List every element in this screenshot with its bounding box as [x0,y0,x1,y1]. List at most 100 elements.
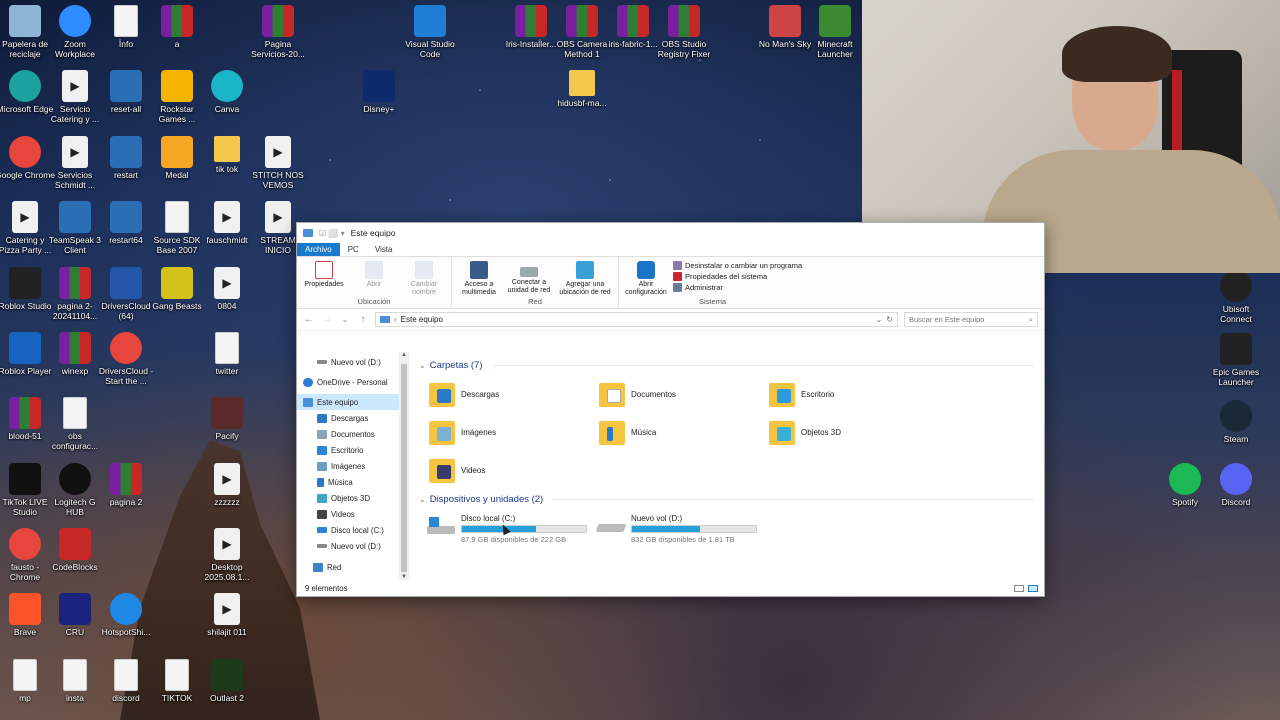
up-arrow-icon[interactable]: ↑ [357,314,369,325]
tab-pc[interactable]: PC [340,243,367,256]
folder-imagenes[interactable]: Imágenes [429,416,599,448]
desktop-icon[interactable]: twitter [197,332,257,376]
details-view-icon[interactable] [1014,584,1024,592]
folder-documentos[interactable]: Documentos [599,378,769,410]
ubisoft-icon [1220,270,1252,302]
open-icon [365,261,383,279]
desktop-icon[interactable]: Outlast 2 [197,659,257,703]
quick-access-toolbar[interactable]: ☑ ⬜ ▾ [319,229,345,238]
nav-item-musica[interactable]: Música [297,474,409,490]
folder-musica[interactable]: Música [599,416,769,448]
videos-folder-icon [429,455,455,485]
nav-item-documentos[interactable]: Documentos [297,426,409,442]
devices-section-header[interactable]: ⌄ Dispositivos y unidades (2) [419,492,1034,506]
devices-header-label: Dispositivos y unidades (2) [429,493,544,505]
desktop-icon[interactable]: ▶ shilajit 011 [197,593,257,637]
desktop-icon[interactable]: Pacify [197,397,257,441]
manage-button[interactable]: Administrar [673,283,802,292]
tab-vista[interactable]: Vista [367,243,401,256]
explorer-icon [303,229,313,237]
desktop-icon[interactable]: pagina 2 [96,463,156,507]
nav-label: Red [327,562,342,572]
json-file-icon [63,397,87,429]
nav-item-nuevo-vol-d[interactable]: Nuevo vol (D:) [297,538,409,554]
title-bar[interactable]: ☑ ⬜ ▾ Este equipo [297,223,1044,243]
desktop-icon[interactable]: OBS Studio Registry Fixer [654,5,714,59]
tab-archivo[interactable]: Archivo [297,243,340,256]
refresh-icon[interactable]: ↻ [886,315,893,324]
open-button[interactable]: Abrir [351,259,397,297]
nav-item-escritorio[interactable]: Escritorio [297,442,409,458]
desktop-icon[interactable]: Minecraft Launcher [805,5,865,59]
system-properties-label: Propiedades del sistema [685,272,768,281]
desktop-icon[interactable]: ▶ zzzzzz [197,463,257,507]
desktop-icon[interactable]: Pagina Servicios-20... [248,5,308,59]
desktop-icon[interactable]: ▶ Desktop 2025.08.1... [197,528,257,582]
desktop-icon[interactable]: Ubisoft Connect [1206,270,1266,324]
search-box[interactable]: Buscar en Este equipo ⌕ [904,312,1038,327]
nav-item-red[interactable]: Red [297,559,409,575]
folder-escritorio[interactable]: Escritorio [769,378,939,410]
nav-scrollbar-thumb[interactable] [401,364,407,572]
this-pc-icon [303,397,313,407]
media-access-button[interactable]: Acceso a multimedia [456,259,502,297]
desktop-icon[interactable]: Epic Games Launcher [1206,333,1266,387]
system-properties-button[interactable]: Propiedades del sistema [673,272,802,281]
network-location-icon [576,261,594,279]
recent-locations-icon[interactable]: ⌄ [339,315,351,324]
desktop-icon[interactable]: Steam [1206,400,1266,444]
nav-item-imagenes[interactable]: Imágenes [297,458,409,474]
nav-item-este-equipo[interactable]: Este equipo [297,394,409,410]
ribbon-group-red: Acceso a multimedia Conectar a unidad de… [452,257,619,308]
map-network-drive-button[interactable]: Conectar a unidad de red [506,259,552,297]
desktop-icon[interactable]: obs configurac... [45,397,105,451]
nav-label: Música [328,477,353,487]
desktop-icon-label: Desktop 2025.08.1... [204,562,250,582]
desktop-icon[interactable]: DriversCloud - Start the ... [96,332,156,386]
back-arrow-icon[interactable]: ← [303,314,315,325]
desktop-icon[interactable]: Discord [1206,463,1266,507]
desktop-icon[interactable]: a [147,5,207,49]
desktop-icon-label: obs configurac... [51,431,99,451]
folders-section-header[interactable]: ⌄ Carpetas (7) [419,358,1034,372]
folder-descargas[interactable]: Descargas [429,378,599,410]
image-file-icon [165,659,189,691]
desktop-icon[interactable]: CodeBlocks [45,528,105,572]
nav-item-onedrive[interactable]: OneDrive - Personal [297,374,409,390]
desktop-icon[interactable]: hidusbf-ma... [552,70,612,108]
chrome-icon [9,136,41,168]
desktop-icon[interactable]: ▶ STITCH NOS VEMOS [248,136,308,190]
desktop-icon[interactable]: Disney+ [349,70,409,114]
forward-arrow-icon[interactable]: → [321,314,333,325]
desktop-icon[interactable]: Visual Studio Code [400,5,460,59]
open-settings-button[interactable]: Abrir configuración [623,259,669,297]
manage-label: Administrar [685,283,723,292]
media-server-icon [470,261,488,279]
uninstall-program-button[interactable]: Desinstalar o cambiar un programa [673,261,802,270]
network-icon [313,562,323,572]
desktop-icon[interactable]: ▶ 0804 [197,267,257,311]
drive-d[interactable]: Nuevo vol (D:) 832 GB disponibles de 1,8… [595,514,757,544]
desktop-icon[interactable]: Canva [197,70,257,114]
music-folder-icon [599,417,625,447]
nav-item-disco-local-c[interactable]: Disco local (C:) [297,522,409,538]
drive-free-space: 87,9 GB disponibles de 222 GB [461,535,567,544]
nav-item-videos[interactable]: Videos [297,506,409,522]
properties-button[interactable]: Propiedades [301,259,347,297]
path-dropdown-icon[interactable]: ⌄ [876,315,883,324]
nav-item-nuevo-vol-d-top[interactable]: Nuevo vol (D:) [297,354,409,370]
nav-scrollbar[interactable]: ▲ ▼ [399,352,409,580]
rockstar-icon [161,70,193,102]
nav-item-descargas[interactable]: Descargas [297,410,409,426]
nav-label: Imágenes [331,461,366,471]
desktop-icon[interactable]: HotspotShi... [96,593,156,637]
large-icons-view-icon[interactable] [1028,584,1038,592]
nav-item-objetos-3d[interactable]: Objetos 3D [297,490,409,506]
item-count: 9 elementos [305,583,348,593]
add-network-location-button[interactable]: Agregar una ubicación de red [556,259,614,297]
path-box[interactable]: › Este equipo ⌄ ↻ [375,312,898,327]
folder-objetos-3d[interactable]: Objetos 3D [769,416,939,448]
folder-videos[interactable]: Videos [429,454,599,486]
rename-button[interactable]: Cambiar nombre [401,259,447,297]
scroll-up-icon[interactable]: ▲ [399,352,409,358]
